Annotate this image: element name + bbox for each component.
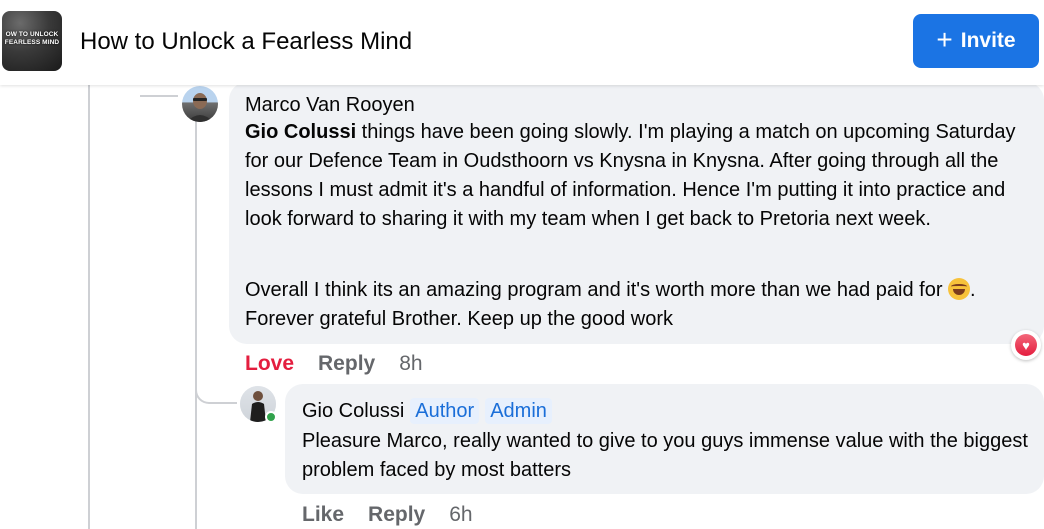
reply-actions: Like Reply 6h bbox=[302, 501, 473, 529]
reply-author[interactable]: Gio Colussi bbox=[302, 400, 404, 422]
love-button[interactable]: Love bbox=[245, 350, 294, 378]
comment-text-body-2: Overall I think its an amazing program a… bbox=[245, 279, 949, 301]
reply-author-row: Gio Colussi Author Admin bbox=[302, 398, 552, 424]
thread-connector-reply bbox=[195, 380, 237, 404]
online-status-indicator bbox=[265, 411, 277, 423]
thread-line-reply bbox=[195, 120, 197, 529]
comment-text-2: Overall I think its an amazing program a… bbox=[245, 276, 1035, 334]
thread-line bbox=[88, 85, 90, 529]
comment-text: Gio Colussi things have been going slowl… bbox=[245, 118, 1030, 234]
comment-timestamp[interactable]: 8h bbox=[399, 350, 422, 378]
comment-actions: Love Reply 8h bbox=[245, 350, 423, 378]
invite-button[interactable]: + Invite bbox=[913, 14, 1039, 68]
like-button[interactable]: Like bbox=[302, 501, 344, 529]
reply-button[interactable]: Reply bbox=[318, 350, 375, 378]
comment-text-body: things have been going slowly. I'm playi… bbox=[245, 121, 1016, 230]
group-thumbnail-text: OW TO UNLOCK FEARLESS MIND bbox=[4, 31, 60, 46]
comment-author[interactable]: Marco Van Rooyen bbox=[245, 92, 415, 118]
author-badge[interactable]: Author bbox=[410, 398, 480, 424]
avatar-reply[interactable] bbox=[240, 386, 277, 423]
plus-icon: + bbox=[936, 24, 953, 55]
reaction-count[interactable]: ♥ bbox=[1011, 330, 1041, 360]
reply-text: Pleasure Marco, really wanted to give to… bbox=[302, 430, 1028, 481]
thread-connector bbox=[140, 95, 178, 97]
invite-label: Invite bbox=[960, 29, 1016, 52]
group-thumbnail[interactable]: OW TO UNLOCK FEARLESS MIND bbox=[2, 11, 62, 71]
laughing-emoji-icon bbox=[948, 278, 971, 300]
reply-button[interactable]: Reply bbox=[368, 501, 425, 529]
heart-icon: ♥ bbox=[1015, 334, 1037, 356]
admin-badge[interactable]: Admin bbox=[485, 398, 552, 424]
group-header: OW TO UNLOCK FEARLESS MIND How to Unlock… bbox=[0, 0, 1044, 85]
group-title[interactable]: How to Unlock a Fearless Mind bbox=[80, 25, 412, 59]
mention-link[interactable]: Gio Colussi bbox=[245, 121, 356, 143]
reply-timestamp[interactable]: 6h bbox=[449, 501, 472, 529]
person-icon bbox=[187, 93, 213, 122]
avatar[interactable] bbox=[182, 86, 218, 122]
